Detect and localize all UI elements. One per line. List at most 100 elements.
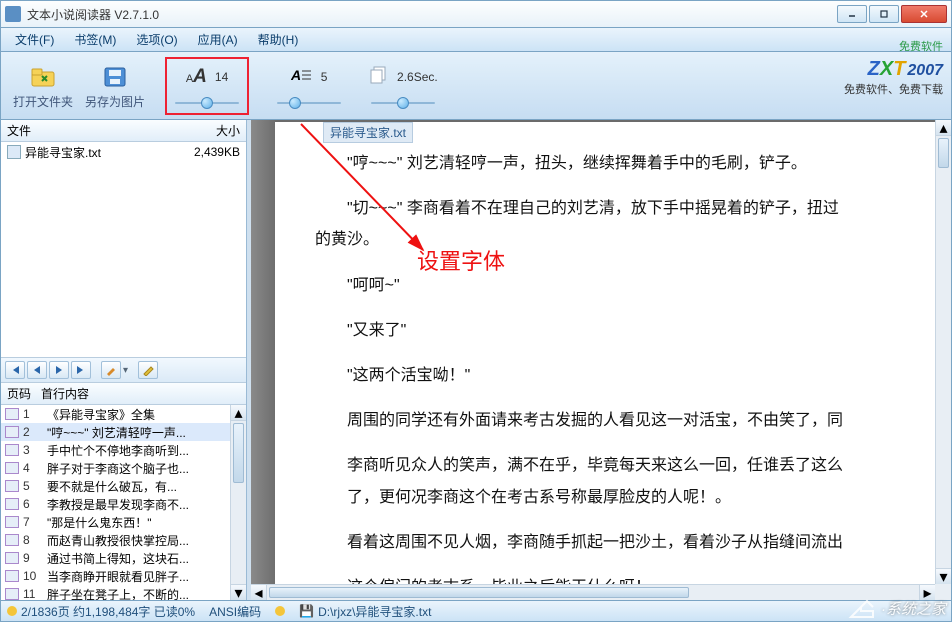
page-header-firstline[interactable]: 首行内容 — [41, 385, 240, 402]
font-size-slider[interactable] — [175, 97, 239, 109]
page-list-row[interactable]: 3手中忙个不停地李商听到... — [1, 441, 246, 459]
page-list-row[interactable]: 9通过书简上得知，这块石... — [1, 549, 246, 567]
annotation-label: 设置字体 — [417, 244, 505, 276]
app-icon — [5, 6, 21, 22]
file-header-name[interactable]: 文件 — [7, 122, 180, 139]
page-firstline: "那是什么鬼东西！" — [47, 514, 242, 531]
status-encoding: ANSI编码 — [209, 603, 261, 620]
page-icon — [5, 426, 19, 438]
line-height-value: 5 — [321, 70, 328, 84]
page-icon — [5, 516, 19, 528]
open-folder-label: 打开文件夹 — [13, 93, 73, 110]
page-list-row[interactable]: 10当李商睁开眼就看见胖子... — [1, 567, 246, 585]
page-list-scrollbar[interactable]: ▴ ▾ — [230, 405, 246, 600]
file-icon — [7, 145, 21, 159]
tool-brush-button[interactable] — [101, 361, 121, 379]
brand-tagline: 免费软件、免费下载 — [844, 81, 943, 97]
minimize-button[interactable] — [837, 5, 867, 23]
reader-scroll-up[interactable]: ▴ — [936, 120, 951, 136]
reader-paragraph: 李商听见众人的笑声，满不在乎，毕竟每天来这么一回，任谁丢了这么 — [315, 452, 935, 479]
menu-options[interactable]: 选项(O) — [126, 31, 187, 48]
folder-icon — [27, 61, 59, 93]
reader-vscrollbar[interactable]: ▴ ▾ — [935, 120, 951, 584]
menu-bar: 文件(F) 书签(M) 选项(O) 应用(A) 帮助(H) — [0, 28, 952, 52]
page-firstline: 手中忙个不停地李商听到... — [47, 442, 242, 459]
svg-text:A: A — [291, 67, 301, 83]
reader-scroll-thumb[interactable] — [938, 138, 949, 168]
page-number: 3 — [23, 443, 47, 457]
maximize-button[interactable] — [869, 5, 899, 23]
file-name: 异能寻宝家.txt — [25, 144, 168, 161]
menu-help[interactable]: 帮助(H) — [248, 31, 309, 48]
open-folder-button[interactable]: 打开文件夹 — [13, 61, 73, 110]
tool-edit-button[interactable] — [138, 361, 158, 379]
reader-paragraph: "呵呵~" — [315, 272, 935, 299]
file-list-header: 文件 大小 — [1, 120, 246, 142]
speed-control[interactable]: 2.6Sec. — [369, 63, 438, 109]
font-size-control[interactable]: AA 14 — [165, 57, 249, 115]
reader-pane: 异能寻宝家.txt "哼~~~" 刘艺清轻哼一声，扭头，继续挥舞着手中的毛刷，铲… — [251, 120, 951, 600]
page-number: 6 — [23, 497, 47, 511]
page-firstline: 要不就是什么破瓦，有... — [47, 478, 242, 495]
page-gutter — [251, 120, 275, 600]
page-list-row[interactable]: 2"哼~~~" 刘艺清轻哼一声... — [1, 423, 246, 441]
page-firstline: 李教授是最早发现李商不... — [47, 496, 242, 513]
watermark: ·系统之家 — [847, 597, 946, 619]
reader-hscroll-thumb[interactable] — [269, 587, 689, 598]
scroll-up-button[interactable]: ▴ — [231, 405, 246, 421]
reader-paragraph: "这两个活宝呦！" — [315, 362, 935, 389]
save-icon — [99, 61, 131, 93]
nav-prev-button[interactable] — [27, 361, 47, 379]
free-software-tag: 免费软件 — [899, 38, 943, 54]
page-list-row[interactable]: 11胖子坐在凳子上，不断的... — [1, 585, 246, 600]
page-icon — [5, 552, 19, 564]
page-nav-toolbar: ▾ — [1, 357, 246, 383]
nav-first-button[interactable] — [5, 361, 25, 379]
window-title: 文本小说阅读器 V2.7.1.0 — [27, 6, 835, 23]
page-firstline: 通过书简上得知，这块石... — [47, 550, 242, 567]
page-list-row[interactable]: 1《异能寻宝家》全集 — [1, 405, 246, 423]
file-header-size[interactable]: 大小 — [180, 122, 240, 139]
page-icon — [5, 444, 19, 456]
reader-hscrollbar[interactable]: ◂ ▸ — [251, 584, 935, 600]
reader-paragraph: 周围的同学还有外面请来考古发掘的人看见这一对活宝，不由笑了，同 — [315, 407, 935, 434]
file-row[interactable]: 异能寻宝家.txt 2,439KB — [1, 142, 246, 162]
line-height-slider[interactable] — [277, 97, 341, 109]
status-dot-icon — [7, 606, 17, 616]
page-list-row[interactable]: 8而赵青山教授很快掌控局... — [1, 531, 246, 549]
page-firstline: "哼~~~" 刘艺清轻哼一声... — [47, 424, 242, 441]
save-as-image-label: 另存为图片 — [85, 93, 145, 110]
nav-last-button[interactable] — [71, 361, 91, 379]
line-height-control[interactable]: A 5 — [277, 63, 341, 109]
page-list-row[interactable]: 7"那是什么鬼东西！" — [1, 513, 246, 531]
left-panel: 文件 大小 异能寻宝家.txt 2,439KB ▾ 页码 首行内容 ▴ — [1, 120, 247, 600]
scroll-thumb[interactable] — [233, 423, 244, 483]
menu-file[interactable]: 文件(F) — [5, 31, 64, 48]
menu-app[interactable]: 应用(A) — [188, 31, 248, 48]
disk-icon: 💾 — [299, 604, 314, 618]
reader-scroll-left[interactable]: ◂ — [251, 585, 267, 600]
save-as-image-button[interactable]: 另存为图片 — [85, 61, 145, 110]
page-firstline: 《异能寻宝家》全集 — [47, 406, 242, 423]
page-number: 2 — [23, 425, 47, 439]
file-size: 2,439KB — [168, 145, 240, 159]
page-list-row[interactable]: 4胖子对于李商这个脑子也... — [1, 459, 246, 477]
close-button[interactable] — [901, 5, 947, 23]
pages-icon — [369, 66, 389, 87]
reader-paragraph: 看着这周围不见人烟，李商随手抓起一把沙土，看着沙子从指缝间流出 — [315, 529, 935, 556]
speed-slider[interactable] — [371, 97, 435, 109]
menu-bookmark[interactable]: 书签(M) — [64, 31, 126, 48]
page-list-row[interactable]: 6李教授是最早发现李商不... — [1, 495, 246, 513]
scroll-down-button[interactable]: ▾ — [231, 584, 246, 600]
page-number: 7 — [23, 515, 47, 529]
page-firstline: 胖子对于李商这个脑子也... — [47, 460, 242, 477]
page-number: 5 — [23, 479, 47, 493]
status-path: D:\rjxz\异能寻宝家.txt — [318, 603, 431, 620]
nav-next-button[interactable] — [49, 361, 69, 379]
page-number: 4 — [23, 461, 47, 475]
page-header-number[interactable]: 页码 — [7, 385, 41, 402]
page-list-row[interactable]: 5要不就是什么破瓦，有... — [1, 477, 246, 495]
page-list: ▴ ▾ 1《异能寻宝家》全集2"哼~~~" 刘艺清轻哼一声...3手中忙个不停地… — [1, 405, 246, 600]
reader-scroll-down[interactable]: ▾ — [936, 568, 951, 584]
page-number: 1 — [23, 407, 47, 421]
